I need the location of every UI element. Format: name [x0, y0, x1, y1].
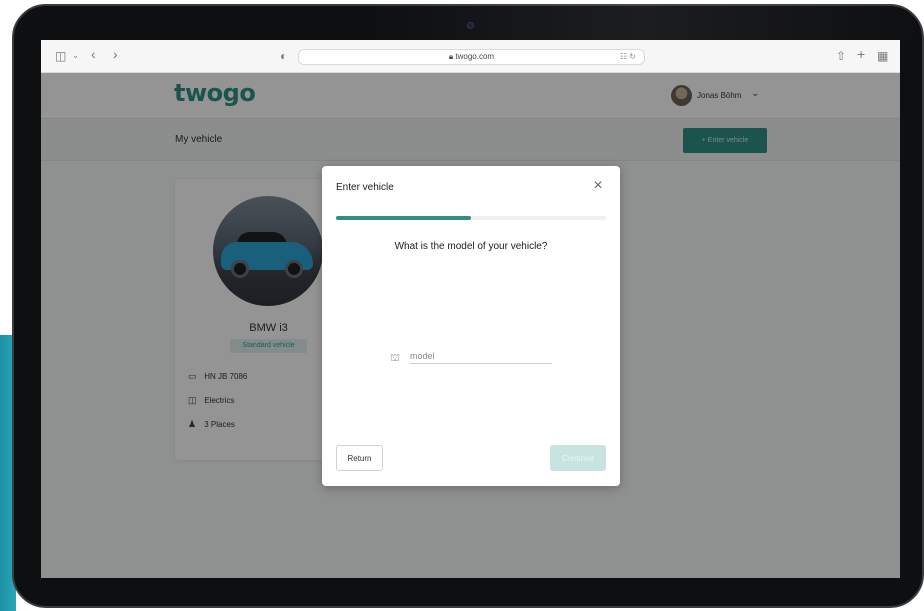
- url-value: twogo.com: [455, 52, 495, 61]
- browser-toolbar: ◫ ⌄ ‹ › ◐ 🔒︎ twogo.com ☷ ↻ ⇧ + ▦: [41, 40, 900, 73]
- address-bar[interactable]: 🔒︎ twogo.com ☷ ↻: [298, 49, 645, 65]
- return-button[interactable]: Return: [336, 445, 383, 471]
- back-icon[interactable]: ‹: [91, 47, 96, 61]
- enter-vehicle-modal: Enter vehicle × What is the model of you…: [322, 166, 620, 486]
- url-text: 🔒︎ twogo.com: [299, 52, 644, 62]
- car-icon: ⛫: [390, 352, 401, 364]
- chevron-down-icon[interactable]: ⌄: [72, 49, 79, 63]
- forward-icon[interactable]: ›: [113, 47, 118, 61]
- translate-icon[interactable]: ☷: [620, 52, 627, 61]
- progress-fill: [336, 216, 471, 220]
- laptop-screen: ◫ ⌄ ‹ › ◐ 🔒︎ twogo.com ☷ ↻ ⇧ + ▦ twogo J…: [41, 40, 900, 578]
- lock-icon: 🔒︎: [448, 52, 454, 61]
- share-icon[interactable]: ⇧: [836, 49, 846, 63]
- tab-overview-icon[interactable]: ▦: [877, 49, 888, 63]
- webcam: [467, 22, 474, 29]
- sidebar-icon[interactable]: ◫: [55, 49, 66, 63]
- continue-button[interactable]: Continue: [550, 445, 606, 471]
- modal-title: Enter vehicle: [336, 182, 394, 193]
- reload-icon[interactable]: ↻: [629, 52, 636, 61]
- screen-glare: [360, 4, 924, 44]
- step-question: What is the model of your vehicle?: [394, 241, 548, 252]
- model-input[interactable]: [410, 348, 552, 364]
- close-icon[interactable]: ×: [590, 178, 606, 194]
- twogo-app: twogo Jonas Böhm ⌄ My vehicle + Enter ve…: [41, 73, 900, 578]
- progress-bar: [336, 216, 606, 220]
- privacy-icon[interactable]: ◐: [280, 49, 287, 63]
- new-tab-icon[interactable]: +: [857, 47, 865, 61]
- translate-reload-icons[interactable]: ☷ ↻: [620, 52, 636, 61]
